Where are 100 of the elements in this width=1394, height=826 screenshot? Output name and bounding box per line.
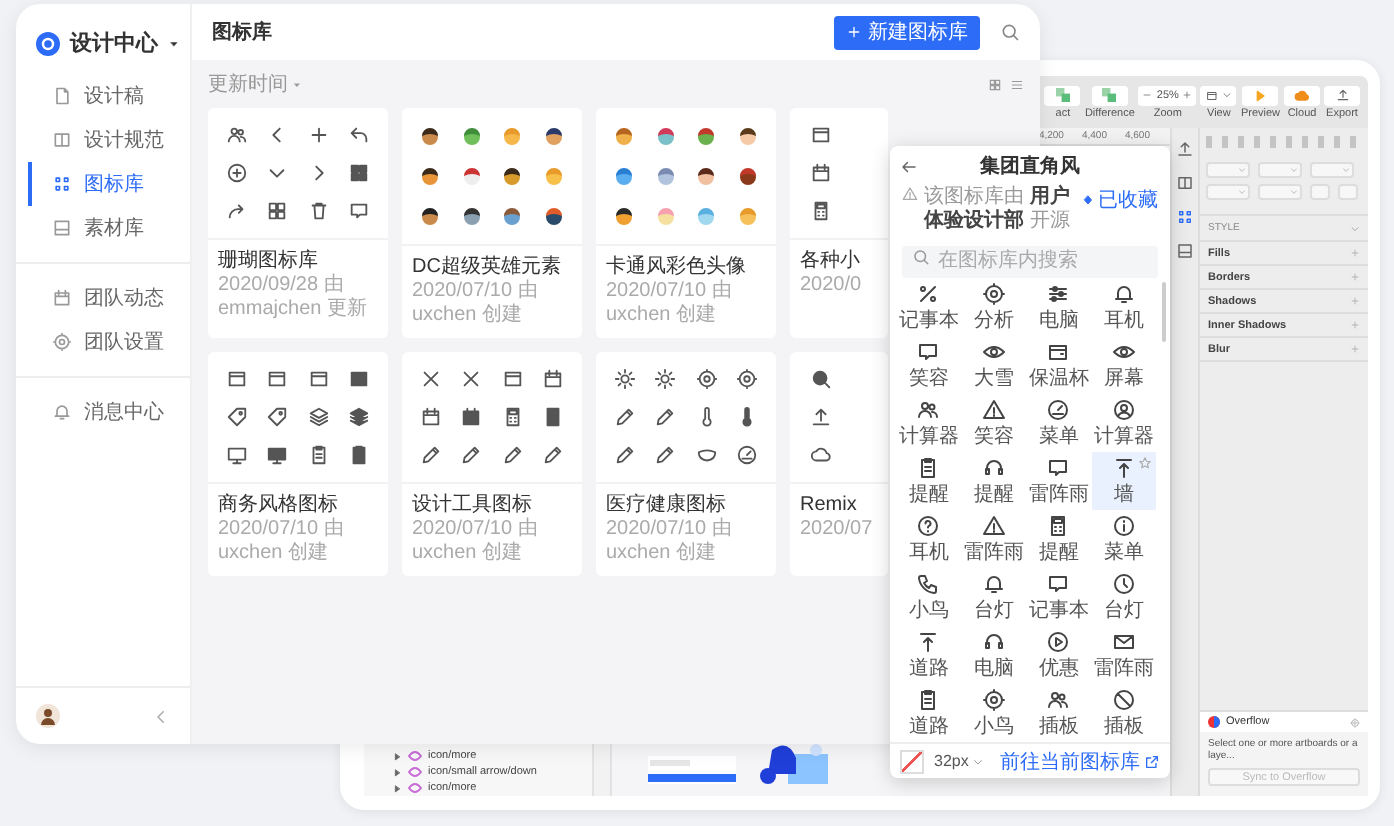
chevron-down-icon[interactable] [1350, 223, 1360, 233]
dropdown-field[interactable] [1258, 184, 1302, 200]
icon-tile[interactable]: 道路 [896, 626, 961, 684]
external-link-icon [1144, 753, 1160, 769]
dropdown-field[interactable] [1206, 162, 1250, 178]
nav-item[interactable]: 消息中心 [28, 390, 190, 434]
nav-item[interactable]: 团队动态 [28, 276, 190, 320]
icon-tile[interactable]: 提醒 [1026, 510, 1091, 568]
panel-icon[interactable] [1176, 242, 1194, 260]
icon-tile[interactable]: 屏幕 [1091, 336, 1156, 394]
icon-tile[interactable]: 台灯 [1091, 568, 1156, 626]
panel-title: 集团直角风 [978, 153, 1082, 180]
caret-down-icon[interactable] [168, 37, 180, 49]
library-card[interactable]: DC超级英雄元素 2020/07/10 由 uxchen 创建 [402, 108, 582, 338]
plus-icon[interactable] [1350, 320, 1360, 330]
card-title: 珊瑚图标库 [218, 248, 320, 274]
icon-tile[interactable]: 记事本 [896, 278, 961, 336]
library-card[interactable]: 医疗健康图标 2020/07/10 由 uxchen 创建 [596, 352, 776, 576]
search-icon[interactable] [1000, 22, 1020, 42]
favorite-toggle[interactable]: 已收藏 [1082, 186, 1158, 214]
library-card[interactable]: 设计工具图标 2020/07/10 由 uxchen 创建 [402, 352, 582, 576]
search-field[interactable]: 在图标库内搜索 [902, 245, 1158, 277]
icon-tile[interactable]: 计算器 [1091, 394, 1156, 452]
icon-tile[interactable]: 计算器 [896, 394, 961, 452]
nav-item[interactable]: 团队设置 [28, 320, 190, 364]
icon-tile[interactable]: 墙 [1091, 452, 1156, 510]
grid-dots-icon[interactable] [1176, 208, 1194, 226]
library-card[interactable]: 卡通风彩色头像 2020/07/10 由 uxchen 创建 [596, 108, 776, 338]
icon-tile[interactable]: 雷阵雨 [1026, 452, 1091, 510]
icon-tile[interactable]: 笑容 [961, 394, 1026, 452]
icon-tile[interactable]: 菜单 [1091, 510, 1156, 568]
icon-tile[interactable]: 分析 [961, 278, 1026, 336]
icon-tile[interactable]: 小鸟 [961, 684, 1026, 742]
chevron-down-icon [1221, 90, 1232, 100]
caret-down-icon [292, 79, 302, 89]
icon-tile[interactable]: 提醒 [961, 452, 1026, 510]
plus-icon[interactable] [1350, 248, 1360, 258]
icon-tile[interactable]: 笑容 [896, 336, 961, 394]
view-dropdown[interactable] [1200, 85, 1237, 105]
dropdown-field[interactable] [1258, 162, 1302, 178]
plus-icon[interactable] [1350, 344, 1360, 354]
nav-item[interactable]: 设计规范 [28, 118, 190, 162]
upload-icon[interactable] [1176, 140, 1194, 158]
icon-tile[interactable]: 电脑 [961, 626, 1026, 684]
library-card[interactable]: 各种小 2020/0 [790, 108, 888, 338]
icon-tile[interactable]: 雷阵雨 [961, 510, 1026, 568]
boolean-button[interactable] [1091, 85, 1128, 105]
icon-tile[interactable]: 提醒 [896, 452, 961, 510]
chat-bubble-icon [348, 200, 371, 222]
library-card[interactable]: 商务风格图标 2020/07/10 由 uxchen 创建 [208, 352, 388, 576]
nav-item[interactable]: 图标库 [28, 162, 190, 206]
arrow-left-icon[interactable] [899, 157, 917, 175]
dropdown-field[interactable] [1310, 162, 1354, 178]
plus-icon[interactable] [1350, 272, 1360, 282]
columns-icon[interactable] [1176, 174, 1194, 192]
library-card[interactable]: 珊瑚图标库 2020/09/28 由 emmajchen 更新 [208, 108, 388, 338]
cloud-button[interactable] [1284, 85, 1320, 105]
icon-tile[interactable]: 插板 [1026, 684, 1091, 742]
dropdown-field[interactable] [1206, 184, 1250, 200]
icon-tile[interactable]: 保温杯 [1026, 336, 1091, 394]
calendar-icon [460, 406, 483, 428]
nav-item[interactable]: 设计稿 [28, 74, 190, 118]
icon-tile[interactable]: 优惠 [1026, 626, 1091, 684]
character-head-icon [500, 164, 525, 188]
icon-tile[interactable]: 道路 [896, 684, 961, 742]
character-head-icon [459, 204, 484, 228]
mask-icon [695, 444, 718, 466]
character-head-icon [735, 204, 760, 228]
character-head-icon [541, 124, 566, 148]
icon-tile[interactable]: 记事本 [1026, 568, 1091, 626]
icon-tile[interactable]: 小鸟 [896, 568, 961, 626]
page-title: 图标库 [212, 18, 274, 46]
source-note: 该图标库由 用户体验设计部 开源 [924, 186, 1072, 234]
icon-tile[interactable]: 雷阵雨 [1091, 626, 1156, 684]
avatar-icon[interactable] [36, 704, 60, 728]
headset-icon [981, 630, 1006, 654]
icon-tile[interactable]: 耳机 [896, 510, 961, 568]
nav-item[interactable]: 素材库 [28, 206, 190, 250]
icon-tile[interactable]: 大雪 [961, 336, 1026, 394]
icon-tile[interactable]: 电脑 [1026, 278, 1091, 336]
chevron-left-icon[interactable] [152, 707, 170, 725]
boolean-button[interactable] [1044, 85, 1081, 105]
icon-tile[interactable]: 台灯 [961, 568, 1026, 626]
new-library-button[interactable]: 新建图标库 [834, 15, 980, 49]
star-icon[interactable] [1138, 456, 1152, 470]
library-card[interactable]: Remix 2020/07 [790, 352, 888, 576]
list-icon[interactable] [1010, 77, 1024, 91]
library-link[interactable]: 前往当前图标库 [1000, 747, 1160, 775]
columns-icon [52, 130, 72, 150]
scrollbar[interactable] [1162, 282, 1166, 342]
export-button[interactable] [1324, 85, 1360, 105]
icon-tile[interactable]: 插板 [1091, 684, 1156, 742]
pencil-icon [613, 406, 636, 428]
plus-icon[interactable] [1350, 296, 1360, 306]
card-title: 卡通风彩色头像 [606, 254, 748, 279]
pencil-icon [613, 444, 636, 466]
color-swatch[interactable] [900, 749, 924, 773]
size-dropdown[interactable]: 32px [934, 752, 985, 770]
icon-tile[interactable]: 菜单 [1026, 394, 1091, 452]
icon-tile[interactable]: 耳机 [1091, 278, 1156, 336]
